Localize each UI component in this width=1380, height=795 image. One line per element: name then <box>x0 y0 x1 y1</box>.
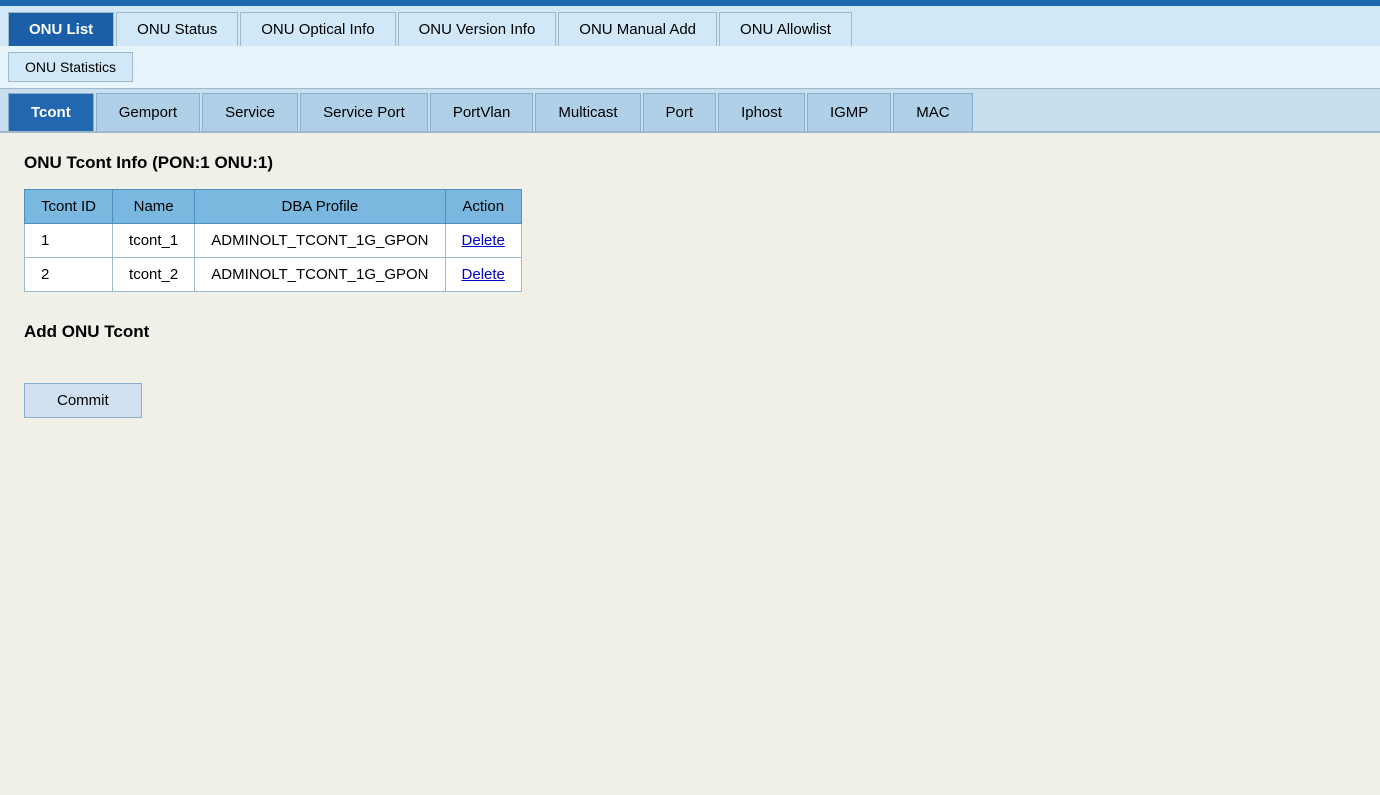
col-header-tcont-id: Tcont ID <box>25 190 113 224</box>
main-nav-tab-onu-optical-info[interactable]: ONU Optical Info <box>240 12 395 46</box>
secondary-nav-tab-onu-statistics[interactable]: ONU Statistics <box>8 52 133 82</box>
table-body: 1tcont_1ADMINOLT_TCONT_1G_GPONDelete2tco… <box>25 224 522 292</box>
sub-tab-mac[interactable]: MAC <box>893 93 972 131</box>
table-header-row: Tcont IDNameDBA ProfileAction <box>25 190 522 224</box>
add-section-title: Add ONU Tcont <box>24 322 1356 342</box>
tcont-info-table: Tcont IDNameDBA ProfileAction 1tcont_1AD… <box>24 189 522 292</box>
sub-tab-multicast[interactable]: Multicast <box>535 93 640 131</box>
commit-button[interactable]: Commit <box>24 383 142 418</box>
delete-link-row-0[interactable]: Delete <box>462 232 505 249</box>
main-nav-tab-onu-allowlist[interactable]: ONU Allowlist <box>719 12 852 46</box>
tcont-id-cell: 2 <box>25 258 113 292</box>
sub-nav: TcontGemportServiceService PortPortVlanM… <box>0 89 1380 133</box>
table-row: 2tcont_2ADMINOLT_TCONT_1G_GPON Delete <box>25 258 522 292</box>
main-nav-tab-onu-list[interactable]: ONU List <box>8 12 114 46</box>
main-nav-tab-onu-manual-add[interactable]: ONU Manual Add <box>558 12 717 46</box>
main-nav: ONU ListONU StatusONU Optical InfoONU Ve… <box>0 6 1380 46</box>
tcont-name-cell: tcont_1 <box>113 224 195 258</box>
main-nav-tab-onu-version-info[interactable]: ONU Version Info <box>398 12 557 46</box>
sub-tab-igmp[interactable]: IGMP <box>807 93 891 131</box>
table-row: 1tcont_1ADMINOLT_TCONT_1G_GPON Delete <box>25 224 522 258</box>
info-section-title: ONU Tcont Info (PON:1 ONU:1) <box>24 153 1356 173</box>
sub-tab-iphost[interactable]: Iphost <box>718 93 805 131</box>
tcont-name-cell: tcont_2 <box>113 258 195 292</box>
dba-profile-cell: ADMINOLT_TCONT_1G_GPON <box>195 258 445 292</box>
action-cell: Delete <box>445 258 521 292</box>
secondary-nav: ONU Statistics <box>0 46 1380 89</box>
sub-tab-tcont[interactable]: Tcont <box>8 93 94 131</box>
delete-link-row-1[interactable]: Delete <box>462 266 505 283</box>
tcont-id-cell: 1 <box>25 224 113 258</box>
dba-profile-cell: ADMINOLT_TCONT_1G_GPON <box>195 224 445 258</box>
col-header-dba-profile: DBA Profile <box>195 190 445 224</box>
content-area: ONU Tcont Info (PON:1 ONU:1) Tcont IDNam… <box>0 133 1380 438</box>
action-cell: Delete <box>445 224 521 258</box>
main-nav-tab-onu-status[interactable]: ONU Status <box>116 12 238 46</box>
sub-tab-service-port[interactable]: Service Port <box>300 93 428 131</box>
sub-tab-portvlan[interactable]: PortVlan <box>430 93 534 131</box>
sub-tab-port[interactable]: Port <box>643 93 717 131</box>
col-header-name: Name <box>113 190 195 224</box>
sub-tab-service[interactable]: Service <box>202 93 298 131</box>
col-header-action: Action <box>445 190 521 224</box>
sub-tab-gemport[interactable]: Gemport <box>96 93 200 131</box>
